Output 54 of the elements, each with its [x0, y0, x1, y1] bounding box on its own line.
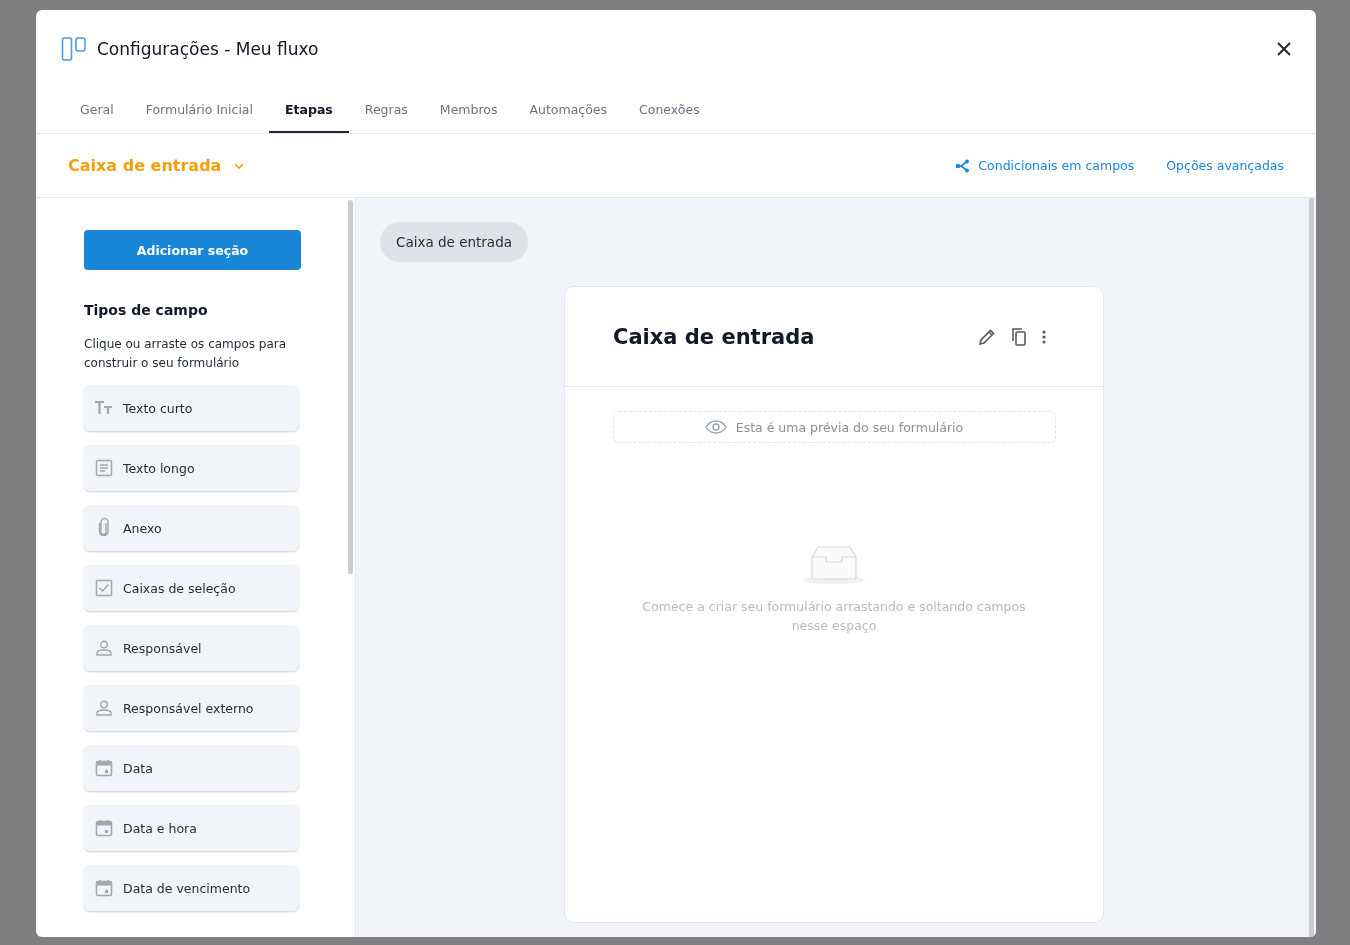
edit-icon[interactable] [977, 326, 997, 347]
field-type-item[interactable]: Data [84, 745, 299, 791]
field-type-label: Data e hora [123, 820, 197, 836]
text-size-icon [94, 400, 114, 416]
more-icon[interactable] [1041, 328, 1047, 345]
calendar-icon [94, 759, 114, 777]
link[interactable]: Condicionais em campos [955, 158, 1135, 173]
eye-icon [704, 420, 727, 434]
field-type-label: Anexo [123, 520, 162, 536]
field-type-label: Texto curto [123, 400, 193, 416]
scrollbar[interactable] [1309, 198, 1314, 937]
close-icon[interactable] [1276, 41, 1292, 57]
field-type-label: Caixas de seleção [123, 580, 236, 596]
empty-state-text: Comece a criar seu formulário arrastando e soltando campos nesse espaço [641, 598, 1027, 635]
field-type-label: Responsável [123, 640, 202, 656]
field-type-item[interactable]: Caixas de seleção [84, 565, 299, 611]
field-type-label: Texto longo [123, 460, 195, 476]
add-section-button[interactable]: Adicionar seção [84, 230, 301, 270]
tab[interactable]: Conexões [623, 92, 716, 133]
link[interactable]: Opções avançadas [1166, 158, 1284, 173]
notice-text: Esta é uma prévia do seu formulário [735, 419, 964, 435]
inbox-tray-icon [802, 543, 866, 585]
field-type-item[interactable]: Responsável externo [84, 685, 299, 731]
field-type-item[interactable]: Anexo [84, 505, 299, 551]
field-type-item[interactable]: Responsável [84, 625, 299, 671]
person-icon [94, 700, 114, 716]
stage-chip[interactable]: Caixa de entrada [380, 222, 528, 262]
card-title: Caixa de entrada [613, 324, 815, 349]
section-heading: Tipos de campo [84, 302, 209, 318]
field-type-item[interactable]: Texto curto [84, 385, 299, 431]
field-type-item[interactable]: Data e hora [84, 805, 299, 851]
board-icon [61, 36, 87, 62]
field-type-label: Data de vencimento [123, 880, 251, 896]
field-type-label: Data [123, 760, 153, 776]
dialog-title: Configurações - Meu fluxo [97, 39, 320, 59]
calendar-icon [94, 879, 114, 897]
copy-icon[interactable] [1010, 326, 1028, 347]
person-icon [94, 640, 114, 656]
tab[interactable]: Etapas [269, 92, 349, 133]
field-type-item[interactable]: Texto longo [84, 445, 299, 491]
description-text: Clique ou arraste os campos para construir o seu formulário [84, 336, 288, 372]
tab[interactable]: Geral [64, 92, 130, 133]
tab[interactable]: Membros [423, 92, 514, 133]
branch-icon [955, 158, 972, 173]
chevron-down-icon [233, 161, 246, 170]
tab[interactable]: Regras [348, 92, 424, 133]
checkbox-icon [94, 579, 114, 597]
scrollbar[interactable] [348, 200, 353, 574]
field-type-label: Responsável externo [123, 700, 254, 716]
tab[interactable]: Automações [513, 92, 624, 133]
calendar-icon [94, 819, 114, 837]
document-icon [94, 459, 114, 477]
field-type-item[interactable]: Data de vencimento [84, 865, 299, 911]
tab[interactable]: Formulário Inicial [129, 92, 269, 133]
